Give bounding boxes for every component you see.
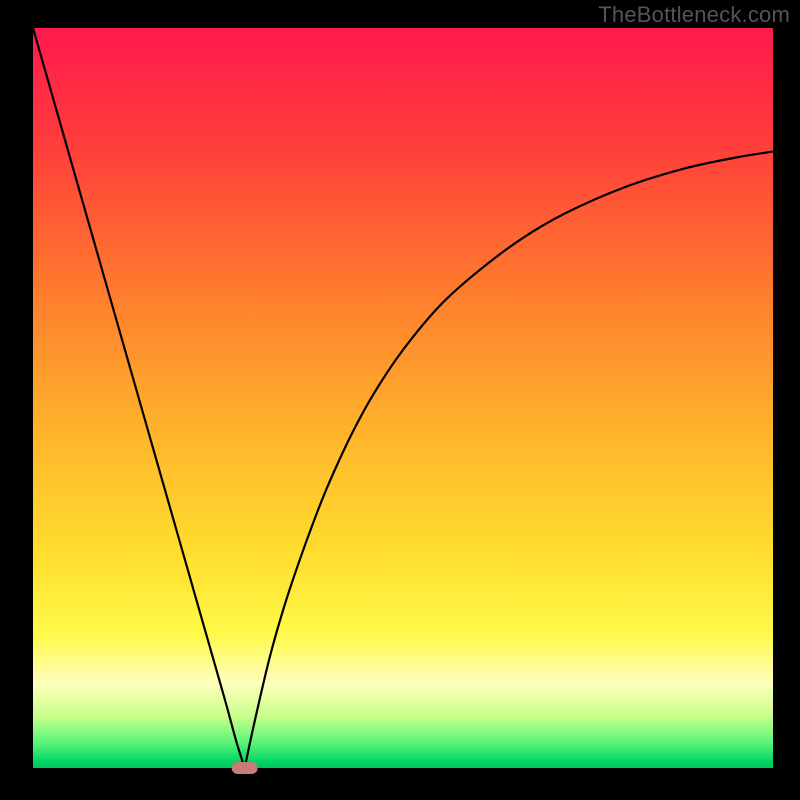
plot-area	[33, 28, 773, 768]
chart-frame: TheBottleneck.com	[0, 0, 800, 800]
optimum-marker	[232, 762, 258, 774]
watermark-text: TheBottleneck.com	[598, 2, 790, 28]
bottleneck-chart	[0, 0, 800, 800]
